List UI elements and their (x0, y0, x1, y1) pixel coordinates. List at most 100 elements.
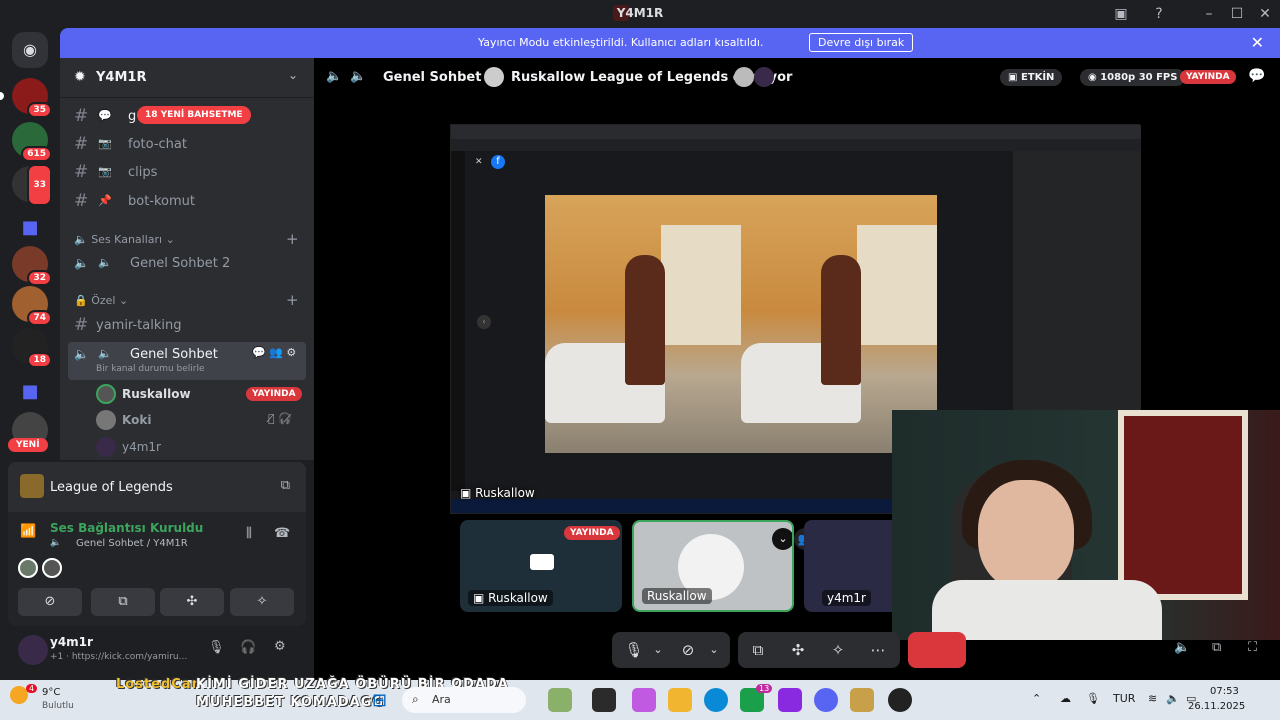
discord-icon[interactable] (814, 688, 838, 712)
cloud-icon[interactable]: ☁ (1060, 692, 1071, 705)
headphones-icon[interactable]: 🎧 (240, 640, 256, 655)
soundboard-icon[interactable]: ✧ (820, 632, 856, 668)
windows-start-icon[interactable]: ⊞ (372, 690, 387, 711)
mention-pill[interactable]: 18 YENİ BAHSETME (137, 106, 251, 124)
connection-channel[interactable]: Genel Sohbet / Y4M1R (76, 538, 188, 549)
wifi-icon[interactable]: ≋ (1148, 692, 1157, 705)
more-icon[interactable]: ⋯ (860, 632, 896, 668)
window-title: Y4M1R (616, 6, 664, 20)
private-category[interactable]: 🔒 Özel ⌄ + (74, 291, 299, 309)
share-activity-icon[interactable]: ⧉ (281, 478, 290, 493)
close-window-icon[interactable]: ✕ (1256, 5, 1274, 23)
quality-pill[interactable]: ◉ 1080p 30 FPS (1080, 69, 1186, 86)
new-badge[interactable]: YENİ (8, 438, 48, 452)
gear-icon[interactable]: ⚙ (274, 639, 286, 654)
microphone-icon[interactable]: 🎙 (208, 640, 225, 655)
maximize-icon[interactable]: ☐ (1228, 5, 1246, 23)
fullscreen-icon[interactable]: ⛶ (1248, 640, 1257, 655)
active-pill-label: ETKİN (1020, 72, 1055, 83)
channel-item[interactable]: # 📷 foto-chat (68, 132, 306, 158)
voice-user[interactable]: Ruskallow YAYINDA (96, 382, 306, 406)
speaker-icon: 🔈 (74, 233, 88, 246)
screen-share-icon[interactable]: ⧉ (740, 632, 776, 668)
file-explorer-icon[interactable] (668, 688, 692, 712)
user-status: +1 · https://kick.com/yamiru... (50, 652, 188, 662)
disconnect-icon[interactable]: ☎ (274, 526, 290, 541)
disable-button[interactable]: Devre dışı bırak (809, 33, 914, 52)
overlay-username: LostedCan (116, 677, 202, 692)
server-icon[interactable]: 18 (12, 328, 52, 368)
clock-date[interactable]: 26.11.2025 (1188, 701, 1245, 712)
chevron-down-icon[interactable]: ⌄ (772, 528, 792, 550)
screen-share-icon[interactable]: ⧉ (91, 588, 155, 616)
user-thumbnail[interactable]: y4m1r (804, 520, 904, 612)
channel-label: bot-komut (128, 194, 196, 209)
channel-actions-icon[interactable]: 💬 👥 ⚙ (252, 346, 296, 359)
voice-user[interactable]: Koki 🎙̸ 🎧̸ (96, 408, 306, 432)
channel-status[interactable]: Bir kanal durumu belirle (96, 364, 205, 374)
app-icon[interactable] (888, 688, 912, 712)
activities-icon[interactable]: ✣ (160, 588, 224, 616)
connection-status[interactable]: Ses Bağlantısı Kuruldu (50, 521, 203, 535)
add-channel-icon[interactable]: + (286, 230, 299, 248)
voice-channel-item[interactable]: 🔈 🔈 Genel Sohbet 2 (68, 251, 306, 277)
title-bar: Y4M1R ▣ ? – ☐ ✕ (0, 0, 1280, 28)
hash-icon: # (74, 134, 89, 154)
camera-off-icon[interactable]: ⊘ (18, 588, 82, 616)
microphone-icon[interactable]: 🎙 (1086, 692, 1100, 705)
chevron-down-icon[interactable]: ⌄ (696, 632, 732, 668)
minimize-icon[interactable]: – (1200, 5, 1218, 23)
avatar[interactable] (42, 558, 62, 578)
help-icon[interactable]: ? (1150, 5, 1168, 23)
voice-category[interactable]: 🔈 Ses Kanalları ⌄ + (74, 230, 299, 248)
volume-icon[interactable]: 🔈 (1174, 640, 1190, 655)
active-voice-channel[interactable]: 🔈 🔈 Genel Sohbet Bir kanal durumu belirl… (68, 342, 306, 380)
avatar[interactable] (18, 635, 48, 665)
league-icon[interactable] (850, 688, 874, 712)
folder-icon[interactable]: ■ (12, 210, 48, 246)
hash-icon: # (74, 162, 89, 182)
app-icon[interactable] (778, 688, 802, 712)
user-thumbnail[interactable]: ⌄ Ruskallow (632, 520, 794, 612)
folder-icon[interactable]: ■ (12, 374, 48, 410)
popout-icon[interactable]: ⧉ (1212, 640, 1221, 655)
activities-icon[interactable]: ✣ (780, 632, 816, 668)
close-icon[interactable]: ✕ (1251, 33, 1264, 52)
soundboard-icon[interactable]: ✧ (230, 588, 294, 616)
server-icon[interactable]: 32 (12, 246, 52, 286)
server-header[interactable]: ✹ Y4M1R ⌄ (60, 58, 314, 98)
copilot-icon[interactable] (632, 688, 656, 712)
screen-icon (530, 554, 554, 570)
noise-suppression-icon[interactable]: ⫼ (246, 526, 252, 541)
end-call-button[interactable] (908, 632, 966, 668)
task-view-icon[interactable] (592, 688, 616, 712)
username: Koki (122, 413, 152, 427)
camera-icon: 📷 (98, 165, 112, 178)
activity-bar[interactable]: League of Legends ⧉ (8, 462, 306, 512)
language-indicator[interactable]: TUR (1113, 692, 1135, 705)
chevron-up-icon[interactable]: ⌃ (1032, 692, 1041, 705)
channel-item[interactable]: # 📌 bot-komut (68, 189, 306, 215)
unread-badge: 33 (27, 164, 52, 206)
avatar (734, 67, 754, 87)
server-icon[interactable]: 74 (12, 286, 52, 326)
taskbar-search[interactable]: ⌕ Ara (402, 687, 526, 713)
avatar[interactable] (18, 558, 38, 578)
channel-item[interactable]: # 📷 clips (68, 160, 306, 186)
voice-user[interactable]: y4m1r (96, 435, 306, 459)
volume-icon[interactable]: 🔈 (1166, 692, 1180, 705)
username[interactable]: y4m1r (50, 635, 93, 649)
chat-icon[interactable]: 💬 (1248, 68, 1265, 84)
channel-item[interactable]: # yamir-talking (68, 313, 306, 339)
discord-home-icon[interactable]: ◉ (12, 32, 48, 68)
inbox-icon[interactable]: ▣ (1112, 5, 1130, 23)
chevron-down-icon[interactable]: ⌄ (288, 68, 298, 82)
server-icon[interactable]: 35 (12, 78, 52, 118)
edge-icon[interactable] (704, 688, 728, 712)
stream-thumbnail[interactable]: YAYINDA ▣ Ruskallow (460, 520, 622, 612)
clock-time[interactable]: 07:53 (1210, 686, 1239, 697)
server-icon[interactable]: 615 (12, 122, 52, 162)
server-icon[interactable]: 33 (12, 164, 52, 206)
add-channel-icon[interactable]: + (286, 291, 299, 309)
widget-app-icon[interactable] (548, 688, 572, 712)
